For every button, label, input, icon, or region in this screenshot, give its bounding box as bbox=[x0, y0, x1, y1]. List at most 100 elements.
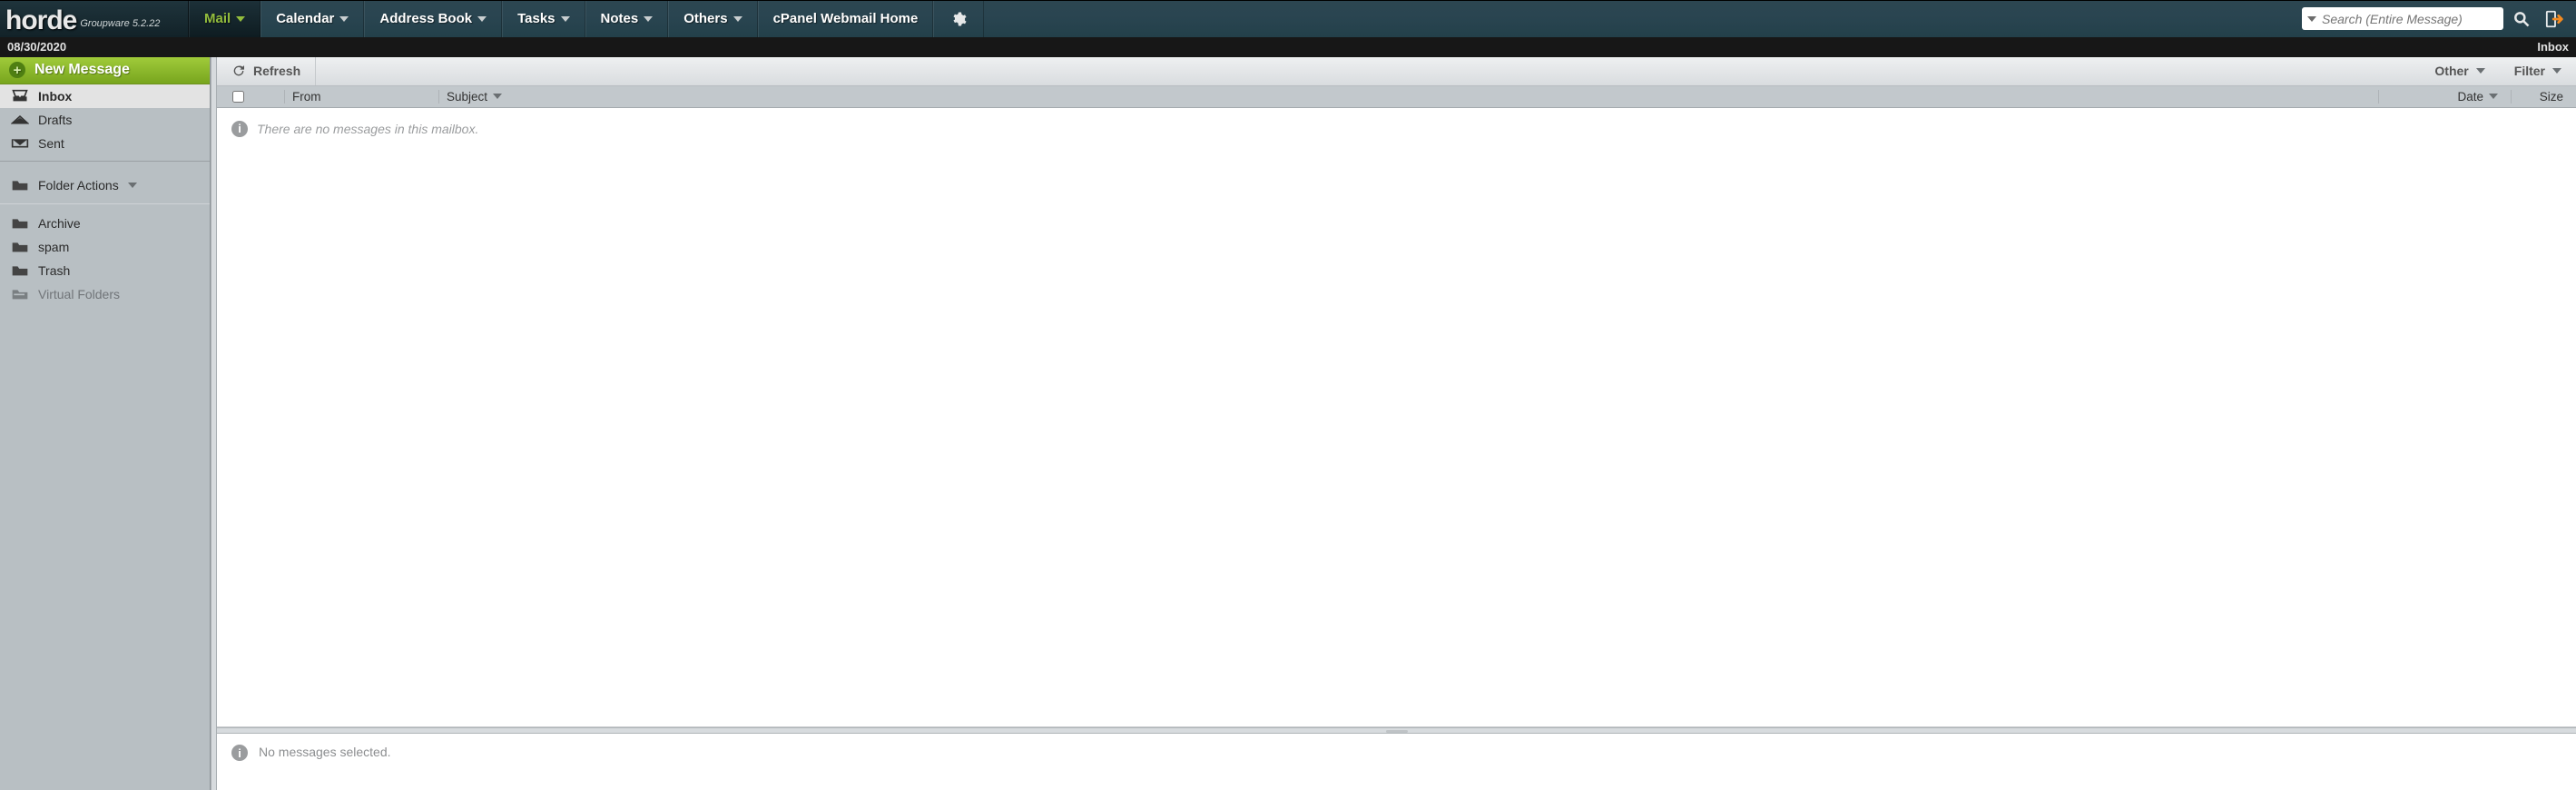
nav-notes-label: Notes bbox=[601, 11, 639, 26]
empty-mailbox-notice: i There are no messages in this mailbox. bbox=[217, 108, 2576, 150]
nav-settings[interactable] bbox=[933, 1, 984, 37]
column-subject-label: Subject bbox=[447, 90, 487, 104]
chevron-down-icon bbox=[2489, 94, 2498, 99]
brand-logo: horde bbox=[5, 10, 76, 32]
sidebar-item-virtual-folders[interactable]: Virtual Folders bbox=[0, 282, 210, 306]
folder-icon bbox=[11, 263, 29, 278]
sidebar-item-label: Drafts bbox=[38, 113, 72, 127]
column-subject[interactable]: Subject bbox=[438, 90, 2378, 104]
nav-calendar[interactable]: Calendar bbox=[261, 1, 364, 37]
sidebar-item-archive[interactable]: Archive bbox=[0, 212, 210, 235]
sidebar-primary-list: Inbox Drafts Sent bbox=[0, 84, 210, 155]
message-list: i There are no messages in this mailbox. bbox=[217, 108, 2576, 728]
preview-empty-text: No messages selected. bbox=[259, 745, 391, 759]
chevron-down-icon bbox=[477, 16, 487, 22]
column-select-all[interactable] bbox=[217, 91, 259, 103]
sidebar-item-inbox[interactable]: Inbox bbox=[0, 84, 210, 108]
sidebar-item-label: Inbox bbox=[38, 89, 72, 104]
select-all-checkbox[interactable] bbox=[232, 91, 244, 103]
folder-actions-label: Folder Actions bbox=[38, 178, 119, 193]
nav-tasks[interactable]: Tasks bbox=[502, 1, 585, 37]
folder-icon bbox=[11, 216, 29, 231]
chevron-down-icon bbox=[2476, 68, 2485, 74]
nav-address-book[interactable]: Address Book bbox=[364, 1, 502, 37]
new-message-button[interactable]: + New Message bbox=[0, 57, 210, 84]
toolbar-right: Other Filter bbox=[2420, 57, 2576, 85]
chevron-down-icon bbox=[644, 16, 653, 22]
refresh-label: Refresh bbox=[253, 64, 300, 78]
sidebar-item-label: spam bbox=[38, 240, 69, 254]
divider bbox=[0, 161, 210, 162]
search-box[interactable] bbox=[2302, 7, 2503, 30]
mail-toolbar: Refresh Other Filter bbox=[217, 57, 2576, 86]
nav-notes[interactable]: Notes bbox=[585, 1, 669, 37]
refresh-button[interactable]: Refresh bbox=[217, 57, 316, 85]
folder-icon bbox=[11, 178, 29, 193]
info-icon: i bbox=[231, 745, 248, 761]
brand-area: horde Groupware 5.2.22 bbox=[0, 1, 189, 37]
sidebar-folders-list: Archive spam Trash Virtual Folders bbox=[0, 204, 210, 306]
sidebar-item-label: Archive bbox=[38, 216, 81, 231]
folder-actions[interactable]: Folder Actions bbox=[0, 167, 210, 203]
plus-icon: + bbox=[9, 62, 25, 78]
nav-others-label: Others bbox=[683, 11, 727, 26]
nav-others[interactable]: Others bbox=[668, 1, 757, 37]
main-area: + New Message Inbox Drafts Sent bbox=[0, 57, 2576, 790]
column-date-label: Date bbox=[2457, 90, 2483, 104]
vertical-splitter[interactable] bbox=[211, 57, 217, 790]
chevron-down-icon bbox=[733, 16, 742, 22]
nav-cpanel-home[interactable]: cPanel Webmail Home bbox=[758, 1, 934, 37]
search-area bbox=[2302, 1, 2576, 37]
chevron-down-icon bbox=[2552, 68, 2561, 74]
column-from-label: From bbox=[292, 90, 321, 104]
nav-calendar-label: Calendar bbox=[276, 11, 334, 26]
info-icon: i bbox=[231, 121, 248, 137]
search-button[interactable] bbox=[2512, 10, 2531, 28]
preview-pane: i No messages selected. bbox=[217, 734, 2576, 790]
chevron-down-icon bbox=[561, 16, 570, 22]
top-nav: Mail Calendar Address Book Tasks Notes O… bbox=[189, 1, 984, 37]
horizontal-splitter[interactable] bbox=[217, 727, 2576, 734]
logout-button[interactable] bbox=[2545, 9, 2565, 29]
sidebar-item-trash[interactable]: Trash bbox=[0, 259, 210, 282]
nav-mail[interactable]: Mail bbox=[189, 1, 261, 37]
folder-icon bbox=[11, 240, 29, 254]
virtual-folder-icon bbox=[11, 287, 29, 301]
sidebar-item-sent[interactable]: Sent bbox=[0, 132, 210, 155]
date-strip: 08/30/2020 Inbox bbox=[0, 37, 2576, 57]
gear-icon bbox=[950, 11, 967, 27]
column-size-label: Size bbox=[2540, 90, 2563, 104]
nav-tasks-label: Tasks bbox=[517, 11, 555, 26]
chevron-down-icon bbox=[339, 16, 349, 22]
other-dropdown[interactable]: Other bbox=[2420, 57, 2499, 85]
column-size[interactable]: Size bbox=[2511, 90, 2576, 104]
sent-icon bbox=[11, 136, 29, 151]
content-pane: Refresh Other Filter From bbox=[217, 57, 2576, 790]
nav-address-book-label: Address Book bbox=[379, 11, 472, 26]
drafts-icon bbox=[11, 113, 29, 127]
chevron-down-icon[interactable] bbox=[2307, 16, 2316, 22]
search-input[interactable] bbox=[2322, 12, 2498, 26]
brand-sub: Groupware 5.2.22 bbox=[80, 18, 160, 29]
column-from[interactable]: From bbox=[284, 90, 438, 104]
filter-label: Filter bbox=[2514, 64, 2545, 78]
logout-icon bbox=[2545, 9, 2565, 29]
column-headers: From Subject Date Size bbox=[217, 86, 2576, 108]
chevron-down-icon bbox=[128, 183, 137, 188]
top-nav-bar: horde Groupware 5.2.22 Mail Calendar Add… bbox=[0, 0, 2576, 37]
sidebar-item-spam[interactable]: spam bbox=[0, 235, 210, 259]
current-mailbox-label: Inbox bbox=[2537, 40, 2569, 54]
filter-dropdown[interactable]: Filter bbox=[2500, 57, 2576, 85]
chevron-down-icon bbox=[236, 16, 245, 22]
inbox-icon bbox=[11, 89, 29, 104]
search-icon bbox=[2512, 10, 2531, 28]
sidebar-item-label: Sent bbox=[38, 136, 64, 151]
nav-cpanel-home-label: cPanel Webmail Home bbox=[773, 11, 919, 26]
current-date: 08/30/2020 bbox=[7, 40, 66, 54]
new-message-label: New Message bbox=[34, 62, 130, 78]
column-date[interactable]: Date bbox=[2378, 90, 2511, 104]
chevron-down-icon bbox=[493, 94, 502, 99]
sidebar-item-label: Trash bbox=[38, 263, 70, 278]
other-label: Other bbox=[2434, 64, 2468, 78]
sidebar-item-drafts[interactable]: Drafts bbox=[0, 108, 210, 132]
